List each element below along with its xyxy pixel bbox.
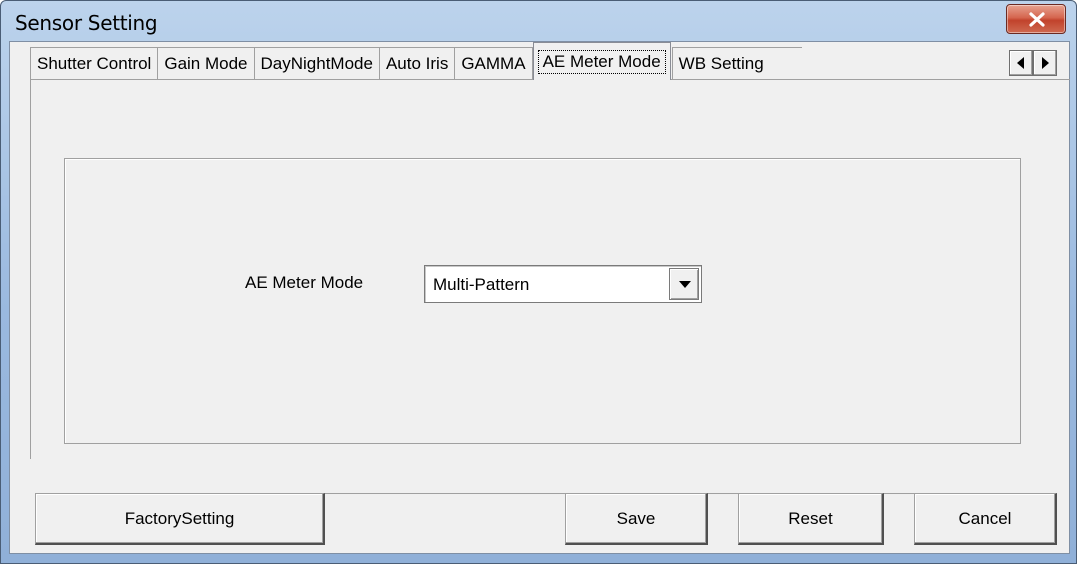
chevron-down-icon <box>679 281 691 288</box>
tab-ae-meter-mode[interactable]: AE Meter Mode <box>532 42 671 80</box>
tab-label: GAMMA <box>461 54 526 73</box>
cancel-button[interactable]: Cancel <box>914 493 1057 545</box>
close-button[interactable] <box>1006 4 1066 34</box>
ae-meter-mode-select[interactable]: Multi-Pattern <box>424 265 702 303</box>
ae-meter-mode-value: Multi-Pattern <box>433 275 530 294</box>
triangle-right-icon <box>1042 57 1049 69</box>
reset-button[interactable]: Reset <box>738 493 884 545</box>
tab-auto-iris[interactable]: Auto Iris <box>378 47 456 80</box>
tab-label: WB Setting <box>678 54 764 73</box>
title-bar[interactable]: Sensor Setting <box>1 1 1076 41</box>
dropdown-button[interactable] <box>669 268 699 300</box>
tab-scroll-right-button[interactable] <box>1033 50 1057 76</box>
triangle-left-icon <box>1017 57 1024 69</box>
tab-shutter-control[interactable]: Shutter Control <box>30 47 159 80</box>
window-title: Sensor Setting <box>15 11 158 35</box>
tab-label: Gain Mode <box>164 54 248 73</box>
tab-label: Auto Iris <box>385 54 449 73</box>
tab-label: DayNightMode <box>260 54 373 73</box>
close-icon <box>1029 12 1045 27</box>
tab-gamma[interactable]: GAMMA <box>454 47 533 80</box>
factory-setting-button[interactable]: FactorySetting <box>35 493 325 545</box>
tab-label: Shutter Control <box>37 54 152 73</box>
tab-scroll-left-button[interactable] <box>1009 50 1033 76</box>
save-button[interactable]: Save <box>565 493 708 545</box>
tab-gain-mode[interactable]: Gain Mode <box>157 47 255 80</box>
tab-daynight-mode[interactable]: DayNightMode <box>253 47 380 80</box>
ae-meter-mode-label: AE Meter Mode <box>245 273 364 292</box>
tab-wb-setting[interactable]: WB Setting <box>671 47 802 80</box>
tab-label: AE Meter Mode <box>537 49 666 74</box>
tab-strip: Shutter Control Gain Mode DayNightMode A… <box>30 42 1000 80</box>
